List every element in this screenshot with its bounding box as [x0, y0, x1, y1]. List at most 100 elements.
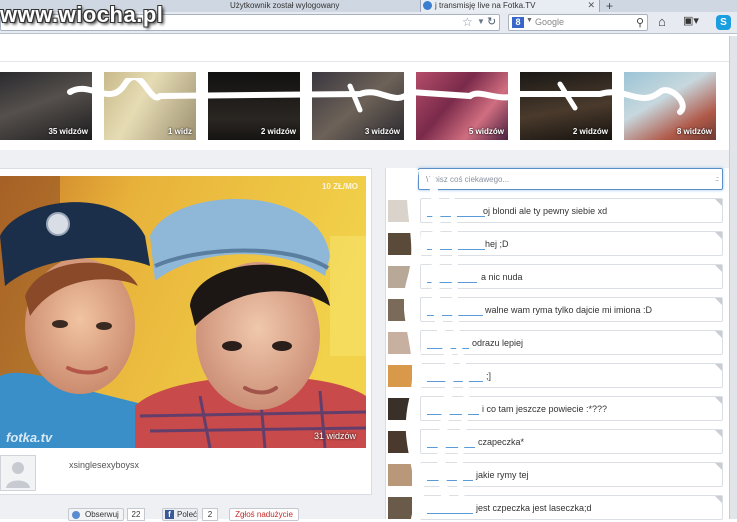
chat-message: oj blondi ale ty pewny siebie xd	[420, 198, 723, 223]
chat-message-text: czapeczka*	[478, 437, 525, 447]
bookmark-star-icon[interactable]: ☆	[462, 15, 473, 29]
video-frame-image	[0, 176, 366, 448]
stream-thumbnail[interactable]: 1 widz	[104, 72, 196, 140]
fotka-favicon-icon	[423, 1, 432, 10]
chat-input[interactable]: Wpisz coś ciekawego... .::	[418, 168, 723, 190]
chat-message-text: walne wam ryma tylko dajcie mi imiona :D	[485, 305, 653, 315]
url-dropdown-icon[interactable]: ▼	[477, 17, 485, 26]
video-viewer-count: 31 widzów	[313, 431, 356, 441]
home-icon[interactable]: ⌂	[658, 14, 666, 29]
chat-user-avatar[interactable]	[388, 233, 412, 255]
search-box[interactable]: 8 ▼ Google ⚲	[508, 14, 648, 31]
report-abuse-button[interactable]: Zgłoś nadużycie	[229, 508, 299, 521]
broadcaster-avatar[interactable]	[0, 455, 36, 491]
browser-tab-label: j transmisję live na Fotka.TV	[435, 1, 536, 10]
stream-thumbnail[interactable]: 5 widzów	[416, 72, 508, 140]
chat-message-corner	[715, 397, 722, 404]
search-engine-dropdown-icon[interactable]: ▼	[526, 17, 533, 24]
user-placeholder-icon	[6, 462, 30, 488]
browser-tab-fotka[interactable]: j transmisję live na Fotka.TV ✕	[420, 0, 600, 12]
chat-message-corner	[715, 463, 722, 470]
bookmarks-menu-icon[interactable]: ▣▾	[683, 14, 705, 30]
chat-input-placeholder: Wpisz coś ciekawego...	[426, 175, 510, 184]
chat-user-avatar[interactable]	[388, 200, 412, 222]
search-icon[interactable]: ⚲	[636, 16, 644, 29]
close-tab-icon[interactable]: ✕	[587, 0, 595, 11]
chat-message: i co tam jeszcze powiecie :*???	[420, 396, 723, 421]
thumbnail-viewer-count: 2 widzów	[572, 127, 608, 136]
fotka-tv-logo: fotka.tv	[6, 430, 53, 445]
reload-icon[interactable]: ↻	[487, 15, 496, 28]
chat-message-nick[interactable]	[427, 337, 469, 349]
chat-message-text: hej ;D	[485, 239, 509, 249]
browser-tab-logged-out[interactable]: Użytkownik został wylogowany	[230, 0, 420, 12]
chat-message: ;]	[420, 363, 723, 388]
chat-user-avatar[interactable]	[388, 365, 412, 387]
chat-message-corner	[715, 496, 722, 503]
chat-message-nick[interactable]	[427, 469, 473, 481]
stream-thumbnail[interactable]: 2 widzów	[520, 72, 612, 140]
chat-message-corner	[715, 298, 722, 305]
chat-message: jest czpeczka jest laseczka;d	[420, 495, 723, 520]
thumbnail-viewer-count: 2 widzów	[260, 127, 296, 136]
stream-thumbnail[interactable]: 3 widzów	[312, 72, 404, 140]
chat-message: hej ;D	[420, 231, 723, 256]
search-placeholder: Google	[535, 17, 565, 27]
chat-user-avatar[interactable]	[388, 266, 412, 288]
page-header-strip	[0, 36, 737, 62]
stream-thumbnail[interactable]: 2 widzów	[208, 72, 300, 140]
chat-message-text: i co tam jeszcze powiecie :*???	[482, 404, 608, 414]
thumbnail-viewer-count: 3 widzów	[364, 127, 400, 136]
chat-message-corner	[715, 199, 722, 206]
skype-icon[interactable]: S	[716, 15, 731, 30]
chat-message: jakie rymy tej	[420, 462, 723, 487]
stream-thumbnail[interactable]: 35 widzów	[0, 72, 92, 140]
observe-label: Obserwuj	[85, 510, 119, 519]
chat-message-nick[interactable]	[427, 238, 485, 250]
chat-message-nick[interactable]	[427, 403, 479, 415]
chat-message-nick[interactable]	[427, 502, 473, 514]
video-overlay-badge: 10 ZŁ/MO	[321, 182, 358, 191]
chat-user-avatar[interactable]	[388, 299, 412, 321]
chat-message-corner	[715, 331, 722, 338]
broadcaster-username[interactable]: xsinglesexyboysx	[69, 460, 139, 470]
chat-message: a nic nuda	[420, 264, 723, 289]
chat-message-corner	[715, 265, 722, 272]
observe-icon	[72, 511, 80, 519]
chat-message: walne wam ryma tylko dajcie mi imiona :D	[420, 297, 723, 322]
thumbnail-viewer-count: 1 widz	[167, 127, 192, 136]
observe-button[interactable]: Obserwuj	[68, 508, 124, 521]
facebook-icon: f	[165, 510, 174, 519]
chat-message-nick[interactable]	[427, 370, 483, 382]
chat-message: czapeczka*	[420, 429, 723, 454]
chat-message-text: a nic nuda	[481, 272, 523, 282]
search-engine-icon[interactable]: 8	[512, 17, 524, 28]
chat-message-text: ;]	[486, 371, 492, 381]
resize-handle-icon[interactable]: .::	[715, 176, 719, 183]
chat-message-nick[interactable]	[427, 271, 477, 283]
chat-message-corner	[715, 232, 722, 239]
stream-thumbnails: 35 widzów 1 widz 2 widzów 3 widzów 5 wid…	[0, 70, 737, 142]
chat-message-nick[interactable]	[427, 205, 485, 217]
chat-user-avatar[interactable]	[388, 497, 412, 519]
thumbnail-viewer-count: 8 widzów	[676, 127, 712, 136]
chat-message-nick[interactable]	[427, 436, 475, 448]
stream-thumbnail[interactable]: 8 widzów	[624, 72, 716, 140]
chat-user-avatar[interactable]	[388, 464, 412, 486]
chat-message-text: jest czpeczka jest laseczka;d	[476, 503, 592, 513]
wiocha-watermark: www.wiocha.pl	[0, 2, 164, 27]
chat-user-avatar[interactable]	[388, 431, 412, 453]
observe-count: 22	[127, 508, 145, 521]
thumbnail-viewer-count: 5 widzów	[468, 127, 504, 136]
facebook-like-count: 2	[202, 508, 218, 521]
chat-user-avatar[interactable]	[388, 332, 412, 354]
facebook-like-label: Poleć	[177, 510, 198, 519]
live-video[interactable]: 10 ZŁ/MO fotka.tv 31 widzów	[0, 176, 366, 448]
chat-message-text: odrazu lepiej	[472, 338, 524, 348]
facebook-like-button[interactable]: f Poleć	[162, 508, 198, 521]
chat-message: odrazu lepiej	[420, 330, 723, 355]
chat-user-avatar[interactable]	[388, 398, 412, 420]
chat-message-text: jakie rymy tej	[476, 470, 529, 480]
chat-message-nick[interactable]	[427, 304, 483, 316]
chat-message-corner	[715, 364, 722, 371]
